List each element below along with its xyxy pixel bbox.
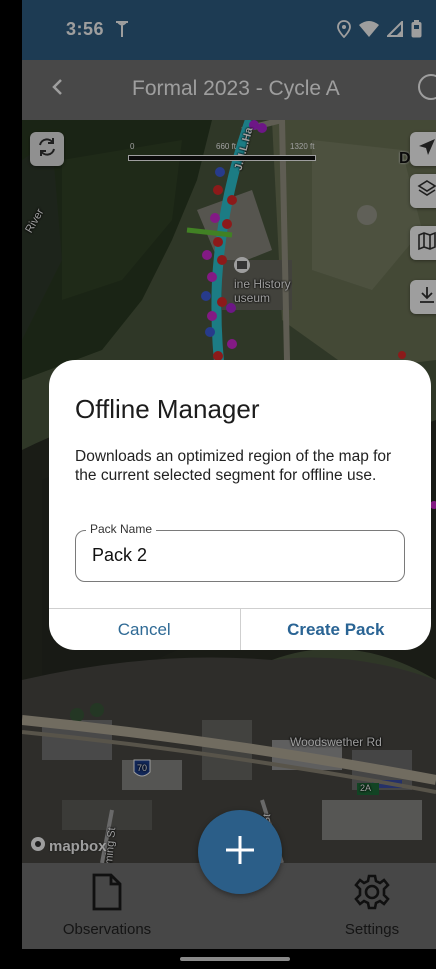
offline-manager-dialog: Offline Manager Downloads an optimized r…	[49, 360, 431, 650]
pack-name-field[interactable]: Pack Name	[75, 522, 405, 582]
dialog-description: Downloads an optimized region of the map…	[75, 448, 392, 484]
create-pack-button[interactable]: Create Pack	[239, 609, 432, 650]
dialog-title: Offline Manager	[75, 394, 260, 424]
pack-name-label: Pack Name	[86, 522, 157, 536]
plus-icon	[223, 833, 257, 872]
add-observation-button[interactable]	[198, 810, 282, 894]
app-screen: 3:56 Formal 2023 - Cycle A River J.H.L.H…	[22, 0, 436, 969]
pack-name-input[interactable]	[92, 545, 392, 566]
cancel-button[interactable]: Cancel	[49, 609, 240, 650]
dialog-actions: Cancel Create Pack	[49, 608, 431, 650]
